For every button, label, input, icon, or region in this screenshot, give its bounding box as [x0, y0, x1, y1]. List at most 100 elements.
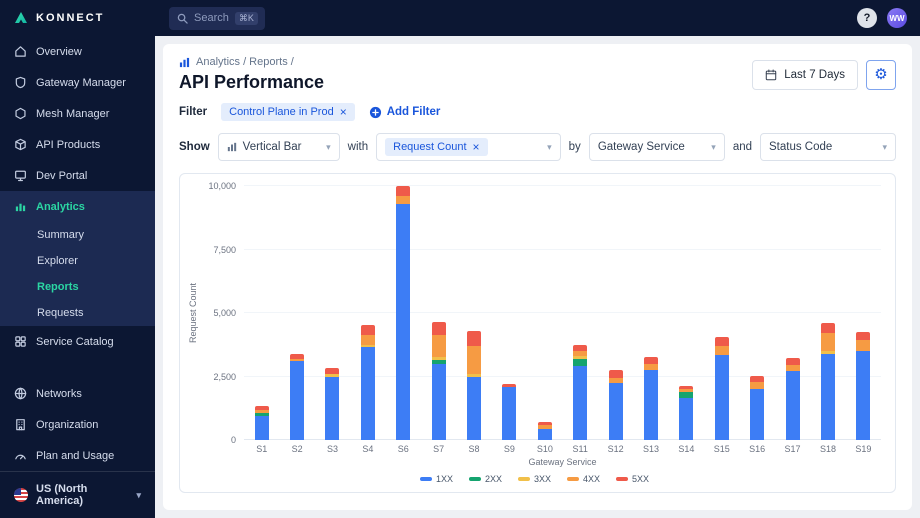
bar-S3[interactable] — [315, 186, 350, 440]
date-range-label: Last 7 Days — [784, 68, 845, 81]
bar-S1[interactable] — [244, 186, 279, 440]
bar-segment-4XX — [396, 196, 411, 204]
metric-select[interactable]: Request Count × ▾ — [376, 133, 561, 161]
help-button[interactable]: ? — [857, 8, 877, 28]
bar-S13[interactable] — [633, 186, 668, 440]
y-tick-label: 10,000 — [208, 181, 236, 191]
bar-segment-5XX — [785, 358, 800, 366]
search-input[interactable]: Search ⌘K — [169, 6, 265, 30]
sidebar-item-mesh-manager[interactable]: Mesh Manager — [0, 98, 155, 129]
grid-icon — [14, 335, 27, 348]
sidebar-item-label: Overview — [36, 45, 82, 58]
chevron-down-icon: ▾ — [547, 141, 552, 152]
x-tick-label: S16 — [749, 444, 766, 454]
legend-label: 2XX — [484, 474, 502, 484]
bar-S8[interactable] — [456, 186, 491, 440]
date-range-button[interactable]: Last 7 Days — [752, 59, 858, 90]
sidebar-item-networks[interactable]: Networks — [0, 378, 155, 409]
bar-segment-5XX — [467, 330, 482, 347]
report-chart-icon — [179, 57, 190, 68]
x-tick-label: S10 — [536, 444, 553, 454]
metric-chip[interactable]: Request Count × — [385, 138, 488, 156]
legend-swatch — [616, 477, 629, 481]
chart-bars — [244, 186, 881, 440]
sidebar-item-gateway-manager[interactable]: Gateway Manager — [0, 67, 155, 98]
group-by-select[interactable]: Gateway Service ▾ — [588, 133, 725, 161]
legend-item-3XX[interactable]: 3XX — [517, 474, 551, 484]
bar-S7[interactable] — [421, 186, 456, 440]
x-tick-label: S19 — [855, 444, 872, 454]
sidebar-item-service-catalog[interactable]: Service Catalog — [0, 326, 155, 357]
hexagon-icon — [14, 107, 27, 120]
bar-segment-5XX — [714, 337, 729, 347]
add-filter-button[interactable]: Add Filter — [369, 106, 440, 119]
bar-S19[interactable] — [846, 186, 881, 440]
konnect-logo[interactable]: KONNECT — [0, 10, 155, 26]
split-by-select[interactable]: Status Code ▾ — [760, 133, 896, 161]
legend-item-4XX[interactable]: 4XX — [567, 474, 600, 484]
bar-S4[interactable] — [350, 186, 385, 440]
bar-S6[interactable] — [386, 186, 421, 440]
bar-S14[interactable] — [669, 186, 704, 440]
breadcrumb-text: Analytics / Reports / — [196, 56, 294, 68]
region-selector[interactable]: US (North America) ▾ — [0, 471, 155, 518]
chevron-down-icon: ▾ — [882, 141, 887, 152]
breadcrumb[interactable]: Analytics / Reports / — [179, 56, 324, 68]
legend-label: 1XX — [435, 474, 453, 484]
sidebar-item-summary[interactable]: Summary — [0, 222, 155, 248]
sidebar-item-overview[interactable]: Overview — [0, 36, 155, 67]
close-icon[interactable]: × — [473, 141, 480, 153]
bar-segment-5XX — [431, 321, 446, 335]
logo-text: KONNECT — [36, 12, 105, 24]
legend-item-1XX[interactable]: 1XX — [419, 474, 453, 484]
avatar[interactable]: WW — [887, 8, 907, 28]
x-tick-label: S11 — [572, 444, 588, 454]
sidebar-item-label: Organization — [36, 418, 99, 431]
x-axis-title: Gateway Service — [528, 457, 597, 467]
gear-icon: ⚙ — [874, 66, 888, 83]
x-tick-label: S18 — [819, 444, 836, 454]
bar-S2[interactable] — [279, 186, 314, 440]
sidebar-item-explorer[interactable]: Explorer — [0, 248, 155, 274]
bar-S11[interactable] — [563, 186, 598, 440]
sidebar-item-label: Gateway Manager — [36, 76, 126, 89]
chart-type-select[interactable]: Vertical Bar ▾ — [217, 133, 340, 161]
analytics-section: Analytics Summary Explorer Reports Reque… — [0, 191, 155, 326]
sidebar-item-api-products[interactable]: API Products — [0, 129, 155, 160]
bar-S18[interactable] — [810, 186, 845, 440]
bar-segment-1XX — [785, 371, 800, 440]
sidebar-item-requests[interactable]: Requests — [0, 300, 155, 326]
bar-segment-4XX — [431, 334, 446, 358]
legend-item-2XX[interactable]: 2XX — [468, 474, 502, 484]
filter-chip[interactable]: Control Plane in Prod × — [221, 103, 355, 121]
sidebar-item-analytics[interactable]: Analytics — [0, 191, 155, 222]
sidebar-item-dev-portal[interactable]: Dev Portal — [0, 160, 155, 191]
sidebar-item-plan-and-usage[interactable]: Plan and Usage — [0, 440, 155, 471]
settings-button[interactable]: ⚙ — [866, 59, 896, 90]
sidebar-item-label: Service Catalog — [36, 335, 114, 348]
x-tick-label: S15 — [713, 444, 730, 454]
close-icon[interactable]: × — [340, 106, 347, 118]
bar-S17[interactable] — [775, 186, 810, 440]
globe-icon — [14, 387, 27, 400]
sidebar-item-organization[interactable]: Organization — [0, 409, 155, 440]
bar-S12[interactable] — [598, 186, 633, 440]
shield-icon — [14, 76, 27, 89]
cube-icon — [14, 138, 27, 151]
bar-S15[interactable] — [704, 186, 739, 440]
bar-S16[interactable] — [739, 186, 774, 440]
sidebar-item-reports[interactable]: Reports — [0, 274, 155, 300]
legend-swatch — [468, 477, 481, 481]
vertical-bar-icon — [227, 142, 237, 152]
y-tick-label: 7,500 — [213, 244, 236, 255]
bar-S10[interactable] — [527, 186, 562, 440]
bar-segment-4XX — [467, 346, 482, 374]
bar-segment-1XX — [290, 361, 305, 440]
bar-segment-1XX — [750, 389, 765, 440]
bar-segment-1XX — [820, 353, 835, 440]
sidebar-item-label: Dev Portal — [36, 169, 88, 182]
bar-S9[interactable] — [492, 186, 527, 440]
sidebar: Overview Gateway Manager Mesh Manager AP… — [0, 36, 155, 518]
bar-segment-1XX — [360, 347, 375, 440]
legend-item-5XX[interactable]: 5XX — [616, 474, 649, 484]
